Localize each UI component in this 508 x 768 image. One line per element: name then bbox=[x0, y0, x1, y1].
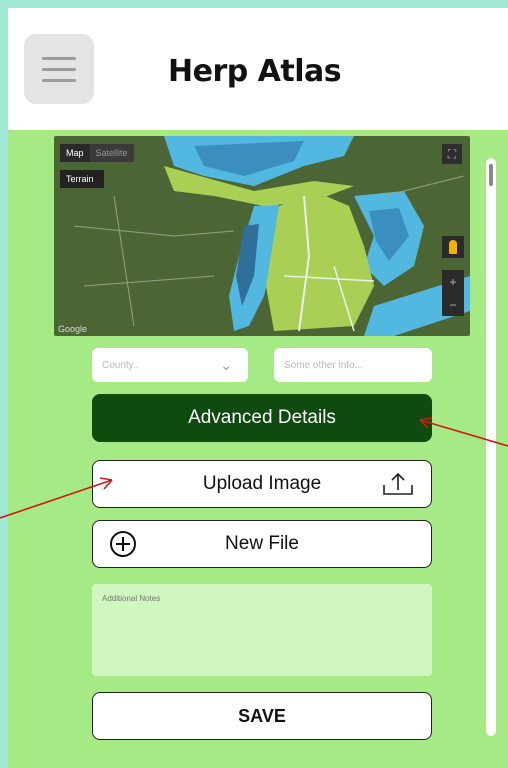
annotation-arrow-advanced bbox=[419, 419, 508, 447]
annotation-arrows bbox=[0, 417, 508, 519]
annotation-arrow-upload bbox=[0, 479, 113, 519]
